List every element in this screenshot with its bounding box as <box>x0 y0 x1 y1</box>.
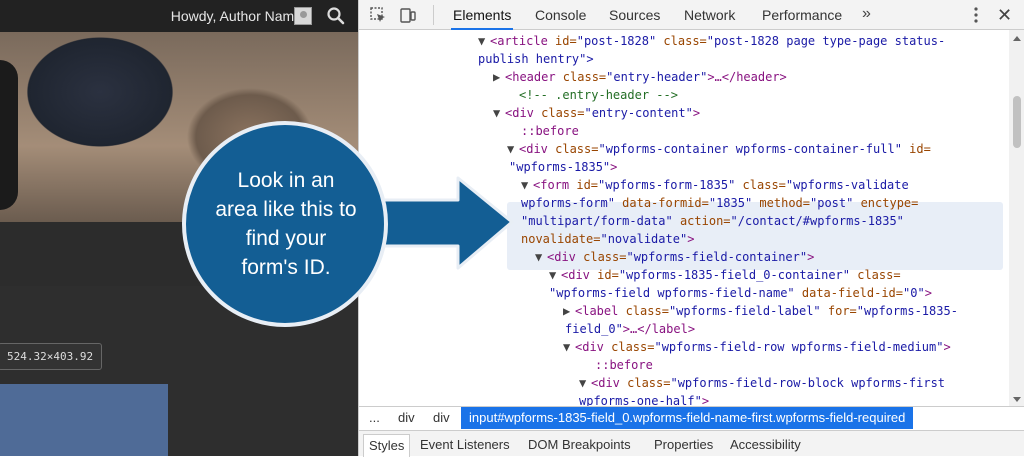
dom-node-header[interactable]: ▶ <header class="entry-header">…</header> <box>493 68 787 86</box>
avatar[interactable] <box>294 7 312 25</box>
breadcrumb-ellipsis[interactable]: ... <box>369 410 380 425</box>
admin-bar: Howdy, Author Name <box>0 0 358 32</box>
dom-node-entry-content[interactable]: ▼ <div class="entry-content"> <box>493 104 700 122</box>
breadcrumb: ... div div input#wpforms-1835-field_0.w… <box>359 406 1024 430</box>
dom-tree-scrollbar[interactable] <box>1009 30 1024 406</box>
dom-node-field-row[interactable]: ▼ <div class="wpforms-field-row wpforms-f… <box>563 338 951 356</box>
dom-pseudo-before-2[interactable]: ::before <box>595 356 653 374</box>
scroll-down-arrow-icon[interactable] <box>1013 396 1021 404</box>
dom-node-field-container[interactable]: ▼ <div class="wpforms-field-container"> <box>535 248 814 266</box>
dom-comment[interactable]: <!-- .entry-header --> <box>519 86 678 104</box>
tab-elements[interactable]: Elements <box>451 0 514 30</box>
callout-line: find your <box>245 227 327 250</box>
tab-network[interactable]: Network <box>682 0 737 30</box>
tab-console[interactable]: Console <box>533 0 588 30</box>
device-toolbar-icon[interactable] <box>399 6 417 24</box>
highlighted-element-overlay <box>0 384 168 456</box>
more-tabs-chevron-icon[interactable]: » <box>862 0 871 30</box>
close-icon[interactable]: ✕ <box>997 4 1012 26</box>
breadcrumb-div[interactable]: div <box>398 410 415 425</box>
dom-node-field-row-block[interactable]: ▼ <div class="wpforms-field-row-block wpf… <box>579 374 945 392</box>
dom-node-field-0-container-cont: "wpforms-field wpforms-field-name" data-… <box>549 286 932 300</box>
element-dimensions-tooltip: 524.32×403.92 <box>0 343 103 370</box>
expand-triangle-icon[interactable]: ▶ <box>493 68 505 86</box>
search-icon[interactable] <box>326 6 346 26</box>
expand-triangle-icon[interactable]: ▶ <box>563 302 575 320</box>
dom-node-wpforms-container-cont: "wpforms-1835"> <box>509 160 618 174</box>
toolbar-divider <box>433 5 434 25</box>
breadcrumb-selected-input[interactable]: input#wpforms-1835-field_0.wpforms-field… <box>461 407 914 429</box>
dom-pseudo-before[interactable]: ::before <box>521 122 579 140</box>
dom-node-article-cont: publish hentry"> <box>478 52 594 66</box>
dom-node-field-row-block-cont: wpforms-one-half"> <box>579 394 710 406</box>
dom-node-form[interactable]: ▼ <form id="wpforms-form-1835" class="wpf… <box>521 176 909 194</box>
tab-styles[interactable]: Styles <box>363 434 411 457</box>
dom-node-wpforms-container[interactable]: ▼ <div class="wpforms-container wpforms-c… <box>507 140 931 158</box>
breadcrumb-div[interactable]: div <box>433 410 450 425</box>
collapse-triangle-icon[interactable]: ▼ <box>507 140 519 158</box>
collapse-triangle-icon[interactable]: ▼ <box>563 338 575 356</box>
sidebar-pane-tabs: Styles Event Listeners DOM Breakpoints P… <box>359 430 1024 457</box>
callout-line: Look in an <box>237 169 335 192</box>
collapse-triangle-icon[interactable]: ▼ <box>478 32 490 50</box>
devtools-toolbar: Elements Console Sources Network Perform… <box>359 0 1024 30</box>
collapse-triangle-icon[interactable]: ▼ <box>535 248 547 266</box>
collapse-triangle-icon[interactable]: ▼ <box>521 176 533 194</box>
scroll-up-arrow-icon[interactable] <box>1013 34 1021 42</box>
dom-node-field-0-container[interactable]: ▼ <div id="wpforms-1835-field_0-container… <box>549 266 901 284</box>
howdy-user-link[interactable]: Howdy, Author Name <box>171 8 302 24</box>
dom-node-form-cont-3: novalidate="novalidate"> <box>521 232 695 246</box>
scrollbar-thumb[interactable] <box>1013 96 1021 148</box>
tab-sources[interactable]: Sources <box>607 0 662 30</box>
callout-line: form's ID. <box>241 256 331 279</box>
tab-properties[interactable]: Properties <box>654 437 713 452</box>
collapse-triangle-icon[interactable]: ▼ <box>493 104 505 122</box>
dom-node-label-cont: field_0">…</label> <box>565 322 696 336</box>
tab-accessibility[interactable]: Accessibility <box>730 437 801 452</box>
collapse-triangle-icon[interactable]: ▼ <box>579 374 591 392</box>
tab-performance[interactable]: Performance <box>760 0 844 30</box>
photo-shadow <box>0 60 18 210</box>
callout-line: area like this to <box>215 198 357 221</box>
dom-node-article[interactable]: ▼ <article id="post-1828" class="post-182… <box>478 32 945 50</box>
collapse-triangle-icon[interactable]: ▼ <box>549 266 561 284</box>
dom-node-label[interactable]: ▶ <label class="wpforms-field-label" for=… <box>563 302 958 320</box>
inspect-element-icon[interactable] <box>369 6 387 24</box>
tab-dom-breakpoints[interactable]: DOM Breakpoints <box>528 437 631 452</box>
dom-node-form-cont-2: "multipart/form-data" action="/contact/#… <box>521 214 904 228</box>
dom-node-form-cont-1: wpforms-form" data-formid="1835" method=… <box>521 196 919 210</box>
kebab-menu-icon[interactable] <box>971 6 981 24</box>
callout-text: Look in an area like this to find your f… <box>198 166 374 282</box>
tab-event-listeners[interactable]: Event Listeners <box>420 437 510 452</box>
